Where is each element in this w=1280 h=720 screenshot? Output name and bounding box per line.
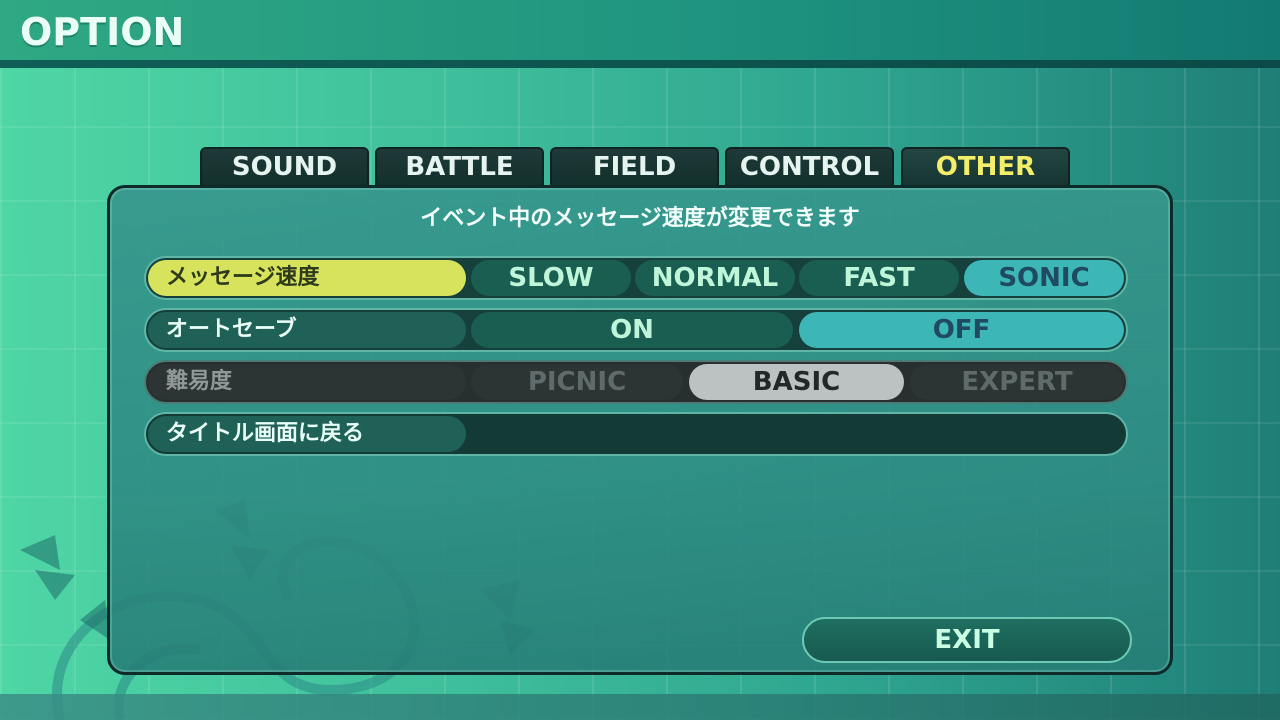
bottom-strip xyxy=(0,694,1280,720)
row-difficulty: 難易度 PICNIC BASIC EXPERT xyxy=(144,360,1128,404)
page-title: OPTION xyxy=(20,10,185,54)
header-divider xyxy=(0,60,1280,68)
row-autosave: オートセーブ ON OFF xyxy=(144,308,1128,352)
autosave-option-off[interactable]: OFF xyxy=(799,312,1124,348)
difficulty-option-basic: BASIC xyxy=(689,364,904,400)
tab-battle[interactable]: BATTLE xyxy=(375,147,544,185)
speed-option-fast[interactable]: FAST xyxy=(799,260,959,296)
autosave-label[interactable]: オートセーブ xyxy=(148,312,466,348)
return-title-button[interactable]: タイトル画面に戻る xyxy=(148,416,466,452)
speed-option-normal[interactable]: NORMAL xyxy=(635,260,795,296)
speed-option-sonic[interactable]: SONIC xyxy=(964,260,1124,296)
message-speed-label[interactable]: メッセージ速度 xyxy=(148,260,466,296)
difficulty-option-picnic: PICNIC xyxy=(471,364,683,400)
exit-button[interactable]: EXIT xyxy=(802,617,1132,663)
header-bar xyxy=(0,0,1280,60)
autosave-option-on[interactable]: ON xyxy=(471,312,793,348)
difficulty-label: 難易度 xyxy=(148,364,466,400)
setting-description: イベント中のメッセージ速度が変更できます xyxy=(420,206,860,231)
row-return-title: タイトル画面に戻る xyxy=(144,412,1128,456)
row-message-speed: メッセージ速度 SLOW NORMAL FAST SONIC xyxy=(144,256,1128,300)
tab-sound[interactable]: SOUND xyxy=(200,147,369,185)
tab-other[interactable]: OTHER xyxy=(901,147,1070,185)
tab-control[interactable]: CONTROL xyxy=(725,147,894,185)
tab-field[interactable]: FIELD xyxy=(550,147,719,185)
speed-option-slow[interactable]: SLOW xyxy=(471,260,631,296)
difficulty-option-expert: EXPERT xyxy=(910,364,1124,400)
